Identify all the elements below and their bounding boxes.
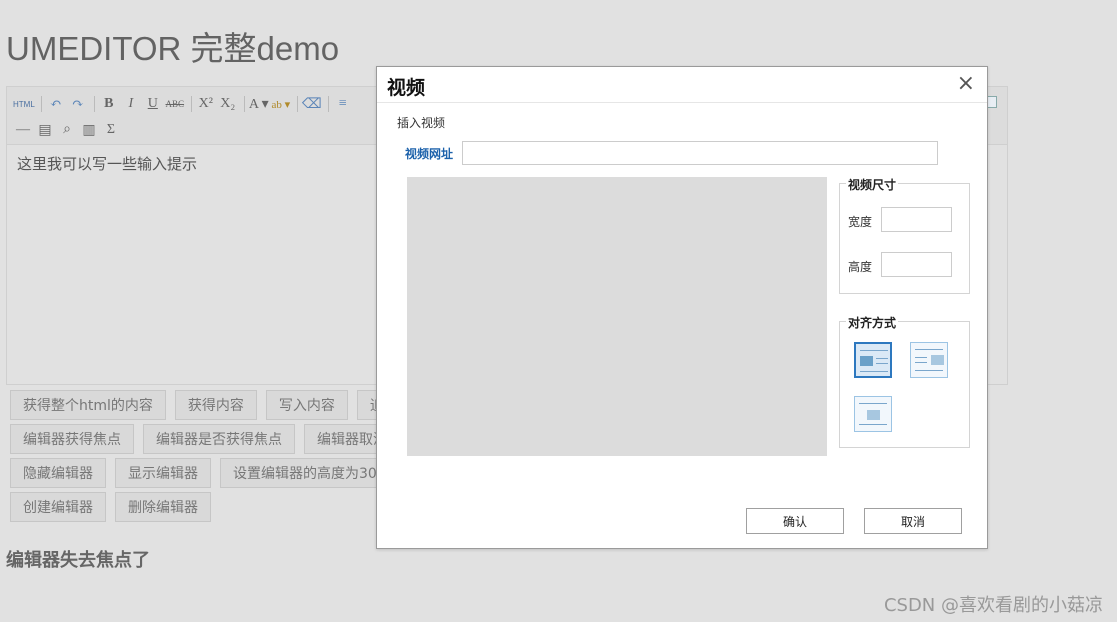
preview-icon[interactable]: ⌕ [57, 119, 77, 141]
height-label: 高度 [848, 260, 873, 274]
video-url-label: 视频网址 [405, 147, 454, 161]
delete-editor-button[interactable]: 删除编辑器 [115, 492, 211, 522]
get-content-button[interactable]: 获得内容 [174, 390, 257, 420]
toolbar-separator [40, 96, 42, 112]
text-line [915, 370, 943, 371]
formula-icon[interactable]: Σ [101, 119, 121, 141]
video-size-legend: 视频尺寸 [846, 176, 899, 193]
width-label: 宽度 [848, 215, 873, 229]
text-line [859, 424, 887, 425]
set-content-button[interactable]: 写入内容 [265, 390, 348, 420]
background-color-icon[interactable]: ab ▾ [271, 93, 291, 115]
show-editor-button[interactable]: 显示编辑器 [115, 458, 211, 488]
has-focus-button[interactable]: 编辑器是否获得焦点 [143, 424, 295, 454]
get-all-html-button[interactable]: 获得整个html的内容 [10, 390, 166, 420]
toolbar-separator [93, 96, 95, 112]
bold-icon[interactable]: B [99, 93, 119, 115]
confirm-button[interactable]: 确认 [746, 508, 844, 534]
toolbar-separator [327, 96, 329, 112]
set-height-button[interactable]: 设置编辑器的高度为300 [220, 458, 399, 488]
alignment-legend: 对齐方式 [846, 314, 899, 331]
toolbar-separator [190, 96, 192, 112]
status-message: 编辑器失去焦点了 [6, 550, 150, 571]
watermark: CSDN @喜欢看剧的小菇凉 [883, 595, 1103, 616]
video-url-input[interactable] [462, 141, 938, 165]
tab-insert-video[interactable]: 插入视频 [397, 114, 445, 131]
text-line [859, 403, 887, 404]
close-icon[interactable]: × [957, 71, 975, 96]
eraser-icon[interactable]: ⌫ [302, 93, 322, 115]
align-left-icon[interactable] [854, 342, 892, 378]
image-glyph [867, 410, 880, 420]
text-line [860, 350, 888, 351]
video-size-group: 视频尺寸 宽度 高度 [839, 176, 970, 294]
align-right-icon[interactable] [910, 342, 948, 378]
underline-icon[interactable]: U [143, 93, 163, 115]
create-editor-button[interactable]: 创建编辑器 [10, 492, 106, 522]
video-preview [407, 177, 827, 456]
redo-icon[interactable]: ↷ [68, 93, 88, 115]
paste-icon[interactable]: ▥ [79, 119, 99, 141]
width-input[interactable] [881, 207, 952, 232]
dialog-header: 视频 × [377, 67, 987, 103]
image-glyph [860, 356, 873, 366]
text-line [915, 349, 943, 350]
subscript-icon[interactable]: X₂ [218, 93, 238, 115]
font-color-icon[interactable]: A ▾ [249, 93, 269, 115]
ordered-list-icon[interactable]: ≡ [333, 93, 353, 115]
text-line [915, 362, 927, 363]
dialog-title: 视频 [387, 77, 426, 99]
superscript-icon[interactable]: X² [196, 93, 216, 115]
text-line [876, 363, 888, 364]
toolbar-separator [243, 96, 245, 112]
horizontal-rule-icon[interactable]: — [13, 119, 33, 141]
toolbar-separator [296, 96, 298, 112]
cancel-button[interactable]: 取消 [864, 508, 962, 534]
italic-icon[interactable]: I [121, 93, 141, 115]
align-center-icon[interactable] [854, 396, 892, 432]
alignment-group: 对齐方式 [839, 314, 970, 448]
hide-editor-button[interactable]: 隐藏编辑器 [10, 458, 106, 488]
page-title: UMEDITOR 完整demo [6, 30, 340, 67]
image-glyph [931, 355, 944, 365]
video-dialog: 视频 × 插入视频 视频网址 视频尺寸 宽度 高度 对齐方式 确认 取消 [376, 66, 988, 549]
height-input[interactable] [881, 252, 952, 277]
focus-editor-button[interactable]: 编辑器获得焦点 [10, 424, 134, 454]
text-line [860, 371, 888, 372]
undo-icon[interactable]: ↶ [46, 93, 66, 115]
html-icon[interactable]: HTML [13, 93, 35, 115]
print-icon[interactable]: ▤ [35, 119, 55, 141]
text-line [876, 358, 888, 359]
strikethrough-icon[interactable]: ABC [165, 93, 185, 115]
text-line [915, 357, 927, 358]
